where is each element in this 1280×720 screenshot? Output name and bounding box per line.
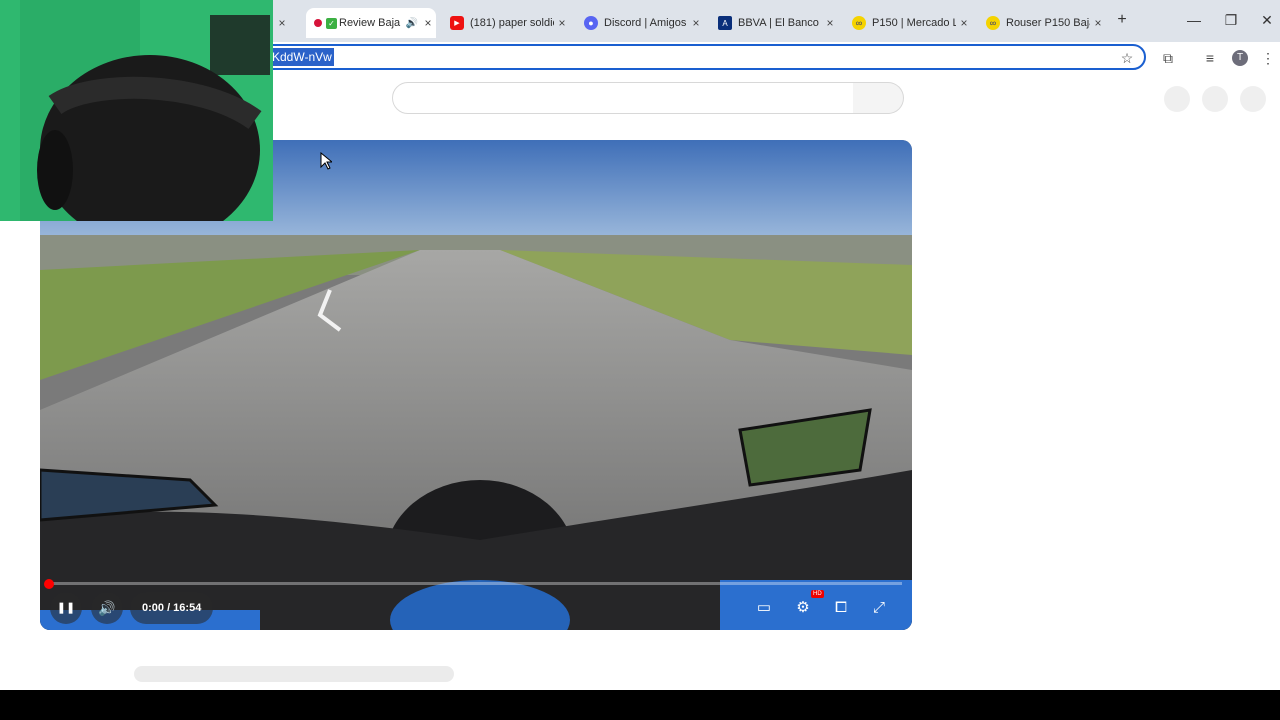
- tab-close-icon[interactable]: ×: [822, 16, 838, 30]
- avatar[interactable]: T: [1232, 50, 1248, 66]
- handshake-icon: ∞: [986, 16, 1000, 30]
- tab-close-icon[interactable]: ×: [554, 16, 570, 30]
- tab-close-icon[interactable]: ×: [1090, 16, 1106, 30]
- search-button[interactable]: [853, 82, 904, 114]
- tab-label: P150 | Mercado L: [872, 17, 956, 29]
- wall-frame: [210, 15, 270, 75]
- time-display: 0:00 / 16:54: [130, 592, 214, 624]
- minimize-button[interactable]: —: [1179, 12, 1209, 28]
- account-icon-placeholder[interactable]: [1240, 86, 1266, 112]
- youtube-icon: [314, 19, 322, 27]
- handshake-icon: ∞: [852, 16, 866, 30]
- discord-icon: ●: [584, 16, 598, 30]
- search-input[interactable]: [392, 82, 854, 114]
- tab-review-baja[interactable]: ✓ Review Baja 🔊 ×: [306, 8, 436, 38]
- tab-mercado-libre[interactable]: ∞ P150 | Mercado L ×: [848, 8, 972, 38]
- create-icon-placeholder[interactable]: [1164, 86, 1190, 112]
- extensions-icon[interactable]: ⧉: [1158, 48, 1178, 68]
- volume-button[interactable]: 🔊: [91, 592, 123, 624]
- tab-close-icon[interactable]: ×: [420, 16, 436, 30]
- tab-rouser[interactable]: ∞ Rouser P150 Baja ×: [982, 8, 1106, 38]
- tab-label: BBVA | El Banco d: [738, 17, 822, 29]
- address-bar[interactable]: [262, 44, 1146, 70]
- close-window-button[interactable]: ✕: [1252, 12, 1280, 29]
- tab-label: Rouser P150 Baja: [1006, 17, 1090, 29]
- loading-placeholder: [134, 666, 454, 682]
- pause-button[interactable]: ❚❚: [50, 592, 82, 624]
- tab-label: Discord | Amigos: [604, 17, 687, 29]
- tab-label: (181) paper soldie: [470, 17, 554, 29]
- menu-kebab-icon[interactable]: ⋮: [1258, 48, 1278, 68]
- tab-discord[interactable]: ● Discord | Amigos ×: [580, 8, 704, 38]
- notifications-icon-placeholder[interactable]: [1202, 86, 1228, 112]
- bbva-icon: A: [718, 16, 732, 30]
- youtube-icon: ▶: [450, 16, 464, 30]
- tab-close-icon[interactable]: ×: [274, 16, 290, 30]
- tab-bbva[interactable]: A BBVA | El Banco d ×: [714, 8, 838, 38]
- tab-label: Review Baja: [339, 17, 401, 29]
- media-queue-icon[interactable]: ≡: [1200, 48, 1220, 68]
- webcam-overlay: [0, 0, 273, 221]
- subtitles-icon[interactable]: ▭: [745, 592, 783, 624]
- tab-partial[interactable]: ×: [274, 8, 304, 38]
- tab-paper-soldier[interactable]: ▶ (181) paper soldie ×: [446, 8, 570, 38]
- headphone-cup: [37, 130, 73, 210]
- theater-mode-icon[interactable]: ⧠: [822, 592, 860, 624]
- fullscreen-icon[interactable]: ⤢: [860, 592, 898, 624]
- tab-close-icon[interactable]: ×: [956, 16, 972, 30]
- new-tab-button[interactable]: +: [1107, 11, 1137, 29]
- bookmark-star-icon[interactable]: ☆: [1117, 48, 1137, 68]
- url-text-selected[interactable]: KddW-nVw: [270, 48, 334, 66]
- progress-bar[interactable]: [50, 582, 902, 585]
- scrubber-handle[interactable]: [44, 579, 54, 589]
- tab-close-icon[interactable]: ×: [688, 16, 704, 30]
- speaker-icon[interactable]: 🔊: [404, 18, 420, 29]
- restore-button[interactable]: ❐: [1216, 12, 1246, 29]
- check-icon: ✓: [326, 17, 337, 29]
